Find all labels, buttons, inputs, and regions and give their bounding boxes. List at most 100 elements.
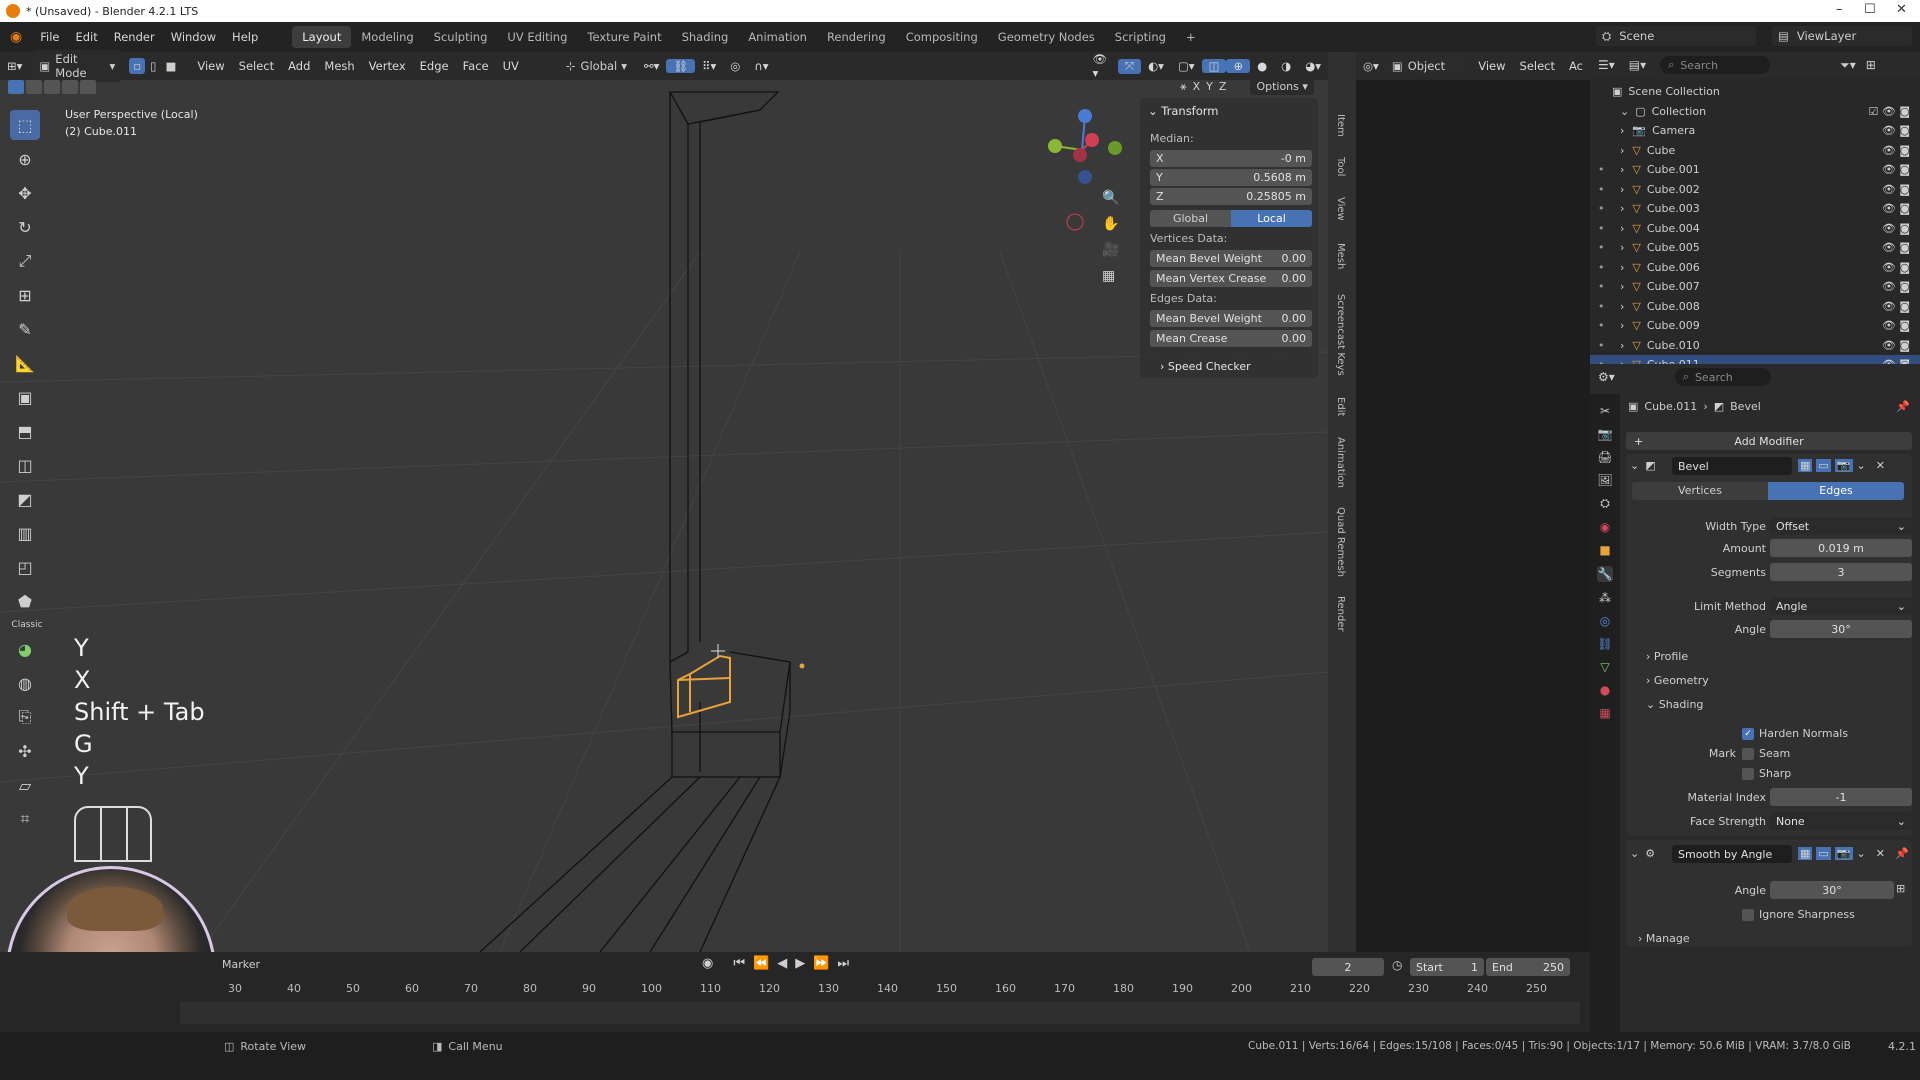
editor-type-icon[interactable]: ⊞▾ <box>0 59 29 73</box>
chevron-right-icon[interactable]: › <box>1620 183 1624 196</box>
outliner-item[interactable]: • › ▽ Cube.005 👁 ◙ <box>1590 238 1920 258</box>
select-extend-icon[interactable] <box>26 80 42 94</box>
menu-edit[interactable]: Edit <box>67 30 105 44</box>
outliner-item[interactable]: • › ▽ Cube.001 👁 ◙ <box>1590 160 1920 180</box>
orientation-selector[interactable]: ⊹ Global ▾ <box>566 59 627 73</box>
speed-checker-header[interactable]: › Speed Checker <box>1160 360 1251 373</box>
menu-help[interactable]: Help <box>224 30 266 44</box>
outliner-item[interactable]: • › ▽ Cube.007 👁 ◙ <box>1590 277 1920 297</box>
current-frame-field[interactable]: 2 <box>1312 958 1384 976</box>
scene-selector[interactable]: ⛭ Scene <box>1596 26 1756 46</box>
menu-file[interactable]: File <box>32 30 67 44</box>
chevron-right-icon[interactable]: › <box>1620 124 1624 137</box>
loop-cut-icon[interactable]: ▥ <box>10 518 40 548</box>
scene-collection-row[interactable]: ▣ Scene Collection <box>1590 82 1920 102</box>
chevron-right-icon[interactable]: › <box>1620 280 1624 293</box>
chevron-right-icon[interactable]: › <box>1620 202 1624 215</box>
outliner-item[interactable]: › 📷 Camera 👁 ◙ <box>1590 121 1920 141</box>
mean-vertex-crease-field[interactable]: Mean Vertex Crease 0.00 <box>1150 270 1312 287</box>
chevron-right-icon[interactable]: › <box>1620 222 1624 235</box>
tool-tab-icon[interactable]: ✂ <box>1600 404 1610 418</box>
jump-end-icon[interactable]: ⏭ <box>837 956 849 971</box>
xray-toggle-icon[interactable]: ◫ <box>1201 59 1227 73</box>
tab-uv-editing[interactable]: UV Editing <box>497 26 577 48</box>
remove-modifier-icon[interactable]: ✕ <box>1876 459 1885 472</box>
frame-ruler[interactable]: 30 40 50 60 70 80 90 100 110 120 130 140 150 160 170 18… <box>0 980 1590 998</box>
edge-select-icon[interactable]: ▯ <box>146 58 161 74</box>
face-select-icon[interactable]: ■ <box>161 58 181 74</box>
limit-method-dropdown[interactable]: Angle ⌄ <box>1770 597 1912 615</box>
transform-header[interactable]: ⌄ Transform <box>1148 104 1219 118</box>
tab-sculpting[interactable]: Sculpting <box>424 26 498 48</box>
snap-target-icon[interactable]: ⠿▾ <box>695 59 723 73</box>
cursor-icon[interactable]: ⊕ <box>10 144 40 174</box>
menu-view-2[interactable]: View <box>1471 59 1512 73</box>
outliner-item[interactable]: • › ▽ Cube.008 👁 ◙ <box>1590 297 1920 317</box>
chevron-right-icon[interactable]: › <box>1620 339 1624 352</box>
bevel-name-field[interactable]: Bevel <box>1672 457 1792 475</box>
visibility-eye-icon[interactable]: 👁 ◙ <box>1882 339 1910 352</box>
scale-icon[interactable]: ⤢ <box>10 246 40 276</box>
move-icon[interactable]: ✥ <box>10 178 40 208</box>
render-toggle-icon[interactable]: 📷 <box>1834 847 1853 860</box>
visibility-eye-icon[interactable]: 👁 ◙ <box>1882 261 1910 274</box>
remove-modifier-icon[interactable]: ✕ <box>1876 847 1885 860</box>
jump-keyframe-back-icon[interactable]: ⏪ <box>753 956 769 971</box>
vertex-select-icon[interactable]: ▫ <box>129 58 146 74</box>
edge-mean-bevel-weight-field[interactable]: Mean Bevel Weight 0.00 <box>1150 310 1312 327</box>
seam-checkbox[interactable]: Seam <box>1742 747 1790 760</box>
manage-subpanel[interactable]: › Manage <box>1638 932 1690 945</box>
pan-hand-icon[interactable]: ✋ <box>1102 216 1119 232</box>
tab-layout[interactable]: Layout <box>292 26 352 48</box>
side-tab-view[interactable]: View <box>1326 192 1346 226</box>
tab-rendering[interactable]: Rendering <box>817 26 896 48</box>
visibility-eye-icon[interactable]: 👁 ◙ <box>1882 280 1910 293</box>
axis-y-toggle[interactable]: Y <box>1206 80 1213 93</box>
material-tab-icon[interactable]: ● <box>1600 683 1610 697</box>
outliner-item[interactable]: • › ▽ Cube.009 👁 ◙ <box>1590 316 1920 336</box>
sharp-checkbox[interactable]: Sharp <box>1742 767 1791 780</box>
tab-geometry-nodes[interactable]: Geometry Nodes <box>988 26 1105 48</box>
local-button[interactable]: Local <box>1231 210 1312 227</box>
select-intersect-icon[interactable] <box>80 80 96 94</box>
select-box-icon[interactable]: ⬚ <box>10 110 40 140</box>
shrink-fatten-icon[interactable]: ✣ <box>10 736 40 766</box>
new-collection-icon[interactable]: ⊞ <box>1866 58 1876 72</box>
side-tab-screencast-keys[interactable]: Screencast Keys <box>1326 290 1346 380</box>
jump-start-icon[interactable]: ⏮ <box>733 956 745 971</box>
rendered-shading-icon[interactable]: ◕▾ <box>1298 59 1328 73</box>
maximize-icon[interactable]: ☐ <box>1864 2 1876 17</box>
outliner-item[interactable]: › ▽ Cube 👁 ◙ <box>1590 141 1920 161</box>
falloff-icon[interactable]: ∩▾ <box>747 59 775 73</box>
pin-icon[interactable]: 📌 <box>1896 400 1910 413</box>
minimize-icon[interactable]: – <box>1836 2 1843 17</box>
outliner-editor-icon[interactable]: ☰▾ <box>1598 58 1615 72</box>
output-tab-icon[interactable]: 🖨 <box>1597 450 1612 464</box>
outliner-item[interactable]: • › ▽ Cube.004 👁 ◙ <box>1590 219 1920 239</box>
amount-field[interactable]: 0.019 m <box>1770 539 1912 557</box>
menu-select[interactable]: Select <box>232 59 281 73</box>
wireframe-shading-icon[interactable]: ⊕ <box>1226 59 1251 73</box>
side-tab-render[interactable]: Render <box>1326 592 1346 636</box>
smooth-icon[interactable]: ◍ <box>10 668 40 698</box>
material-index-field[interactable]: -1 <box>1770 788 1912 806</box>
chevron-right-icon[interactable]: › <box>1620 241 1624 254</box>
blender-menu-icon[interactable]: ◉ <box>10 29 22 45</box>
input-socket-icon[interactable]: ⊞ <box>1896 882 1905 895</box>
render-toggle-icon[interactable]: 📷 <box>1834 459 1853 472</box>
side-tab-animation[interactable]: Animation <box>1326 432 1346 492</box>
world-tab-icon[interactable]: ◉ <box>1600 520 1610 534</box>
add-cube-icon[interactable]: ▣ <box>10 382 40 412</box>
particles-tab-icon[interactable]: ⁂ <box>1599 591 1611 605</box>
navigation-gizmo[interactable] <box>1048 109 1122 184</box>
pin-icon[interactable]: 📌 <box>1895 847 1909 860</box>
clock-icon[interactable]: ◷ <box>1392 958 1402 972</box>
start-frame-field[interactable]: Start 1 <box>1410 958 1484 976</box>
edge-slide-icon[interactable]: ⎘ <box>10 702 40 732</box>
global-button[interactable]: Global <box>1150 210 1231 227</box>
median-x-field[interactable]: X -0 m <box>1150 150 1312 167</box>
select-new-icon[interactable] <box>8 80 24 94</box>
close-icon[interactable]: ✕ <box>1896 2 1907 17</box>
edit-mode-toggle-icon[interactable]: ▦ <box>1798 847 1813 860</box>
tab-compositing[interactable]: Compositing <box>896 26 988 48</box>
